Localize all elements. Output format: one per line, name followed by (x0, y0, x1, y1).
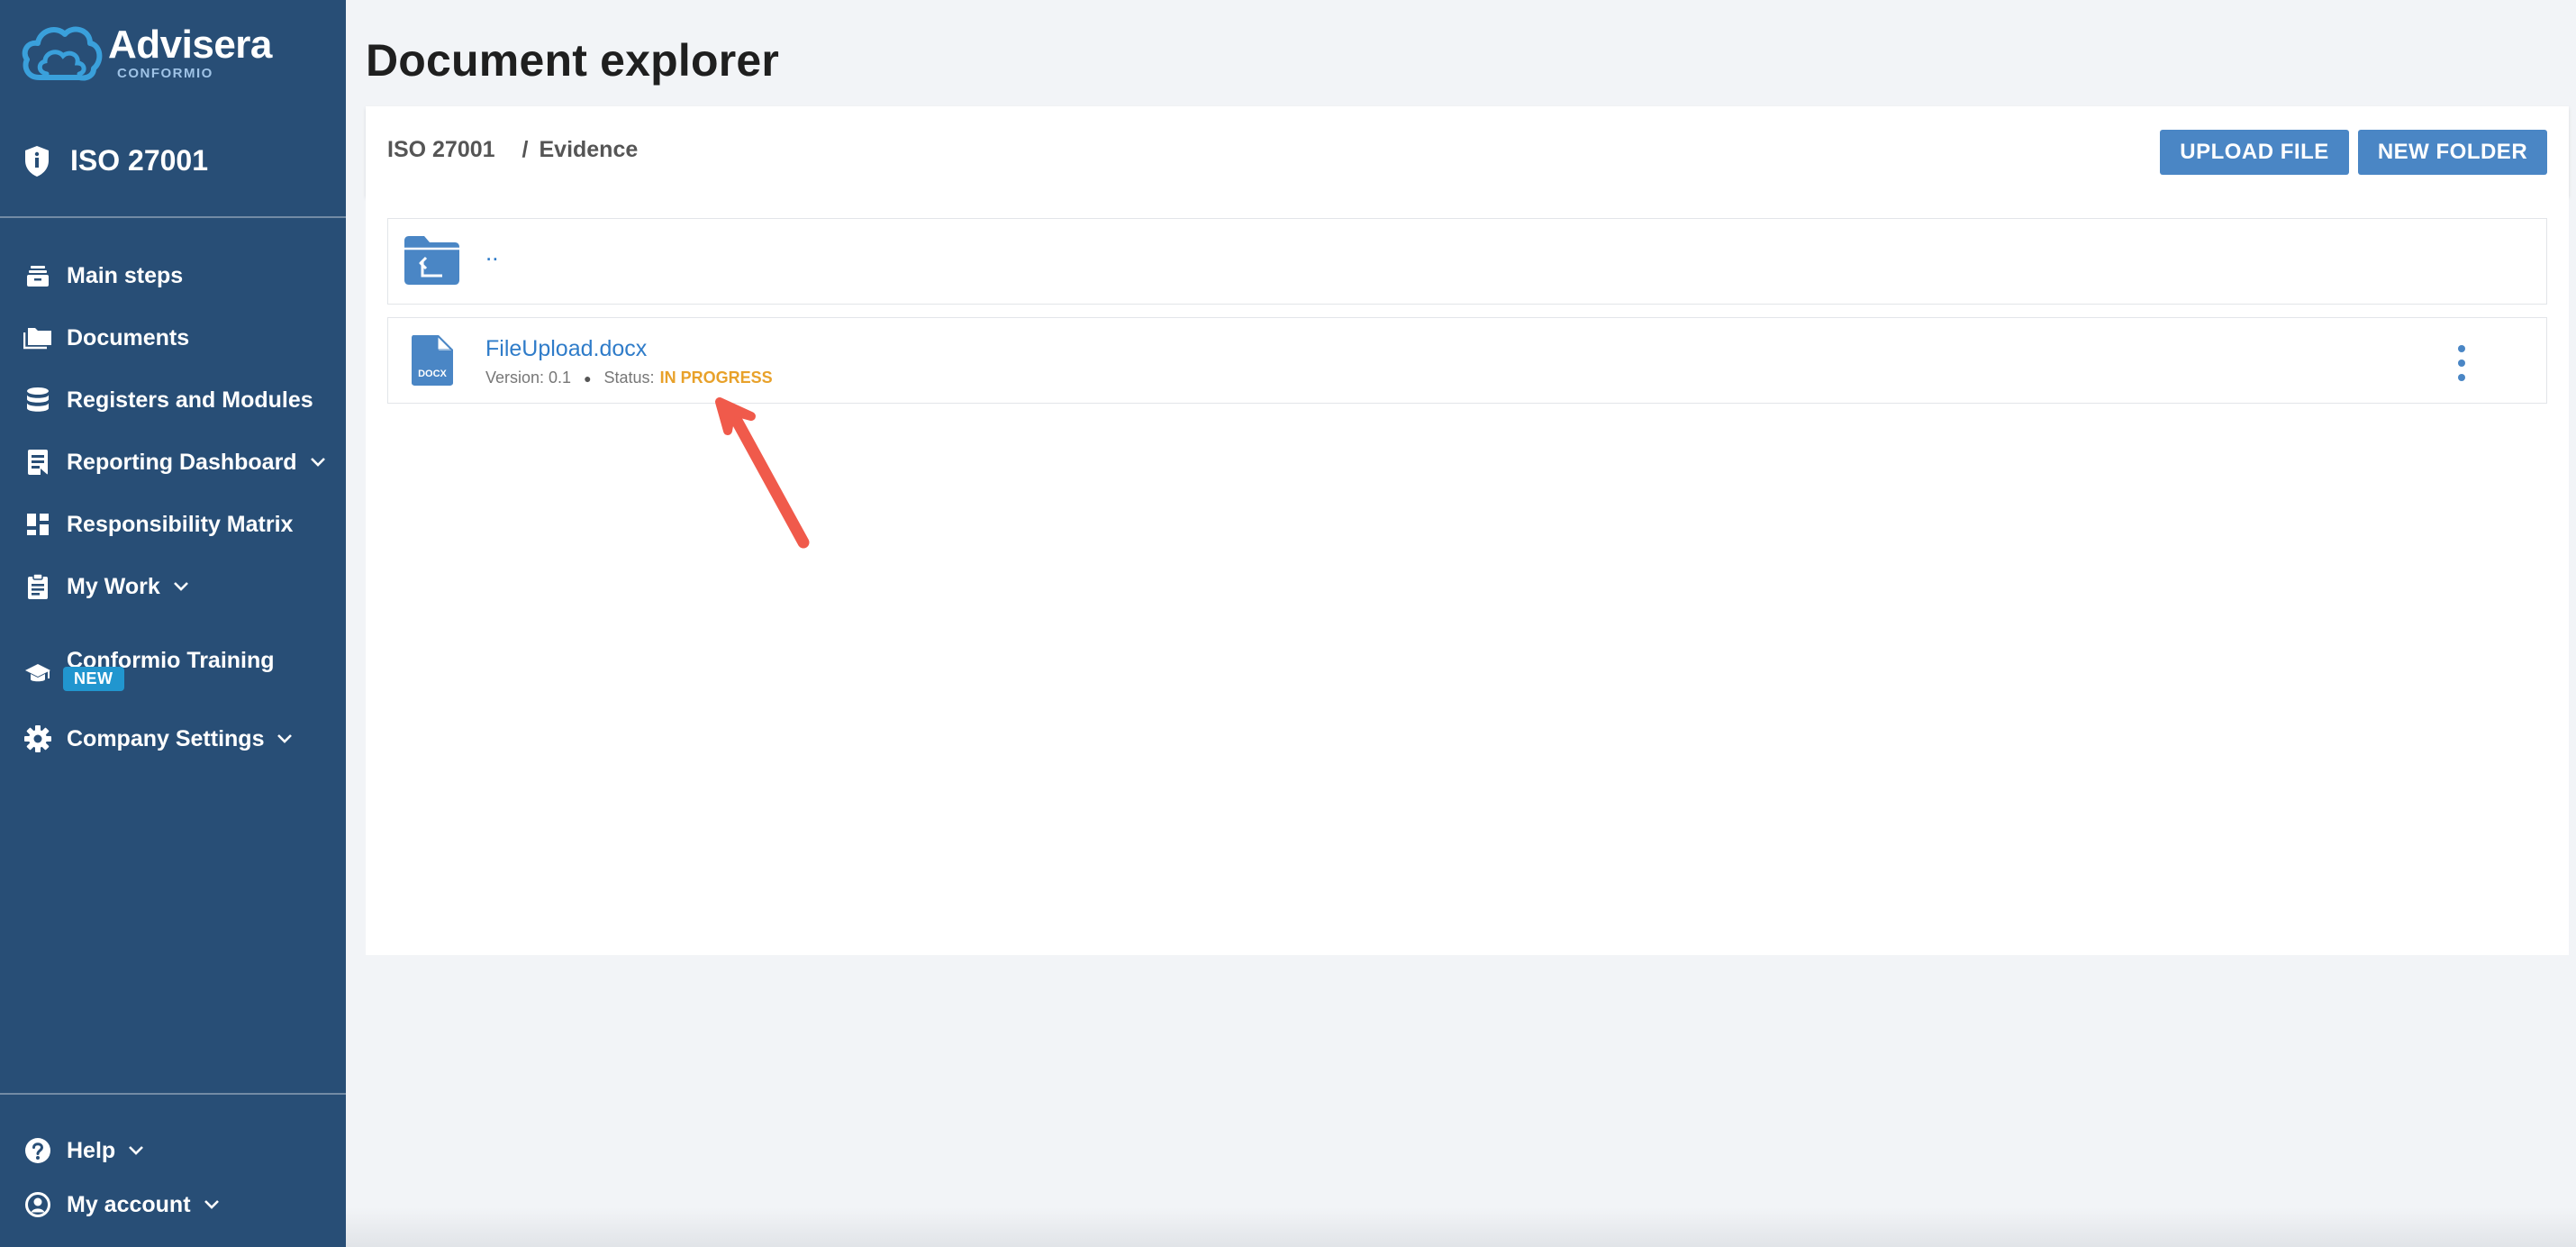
graduation-cap-icon (23, 659, 52, 687)
cloud-logo-icon (22, 26, 103, 81)
account-circle-icon (23, 1190, 52, 1219)
sidebar-divider-bottom (0, 1093, 346, 1095)
chevron-down-icon (173, 581, 189, 592)
sidebar-item-label: Registers and Modules (67, 387, 313, 413)
product-selector[interactable]: ISO 27001 (23, 144, 208, 177)
shield-icon (25, 145, 49, 177)
sidebar-item-main-steps[interactable]: Main steps (23, 261, 183, 290)
sidebar-item-my-account[interactable]: My account (23, 1190, 220, 1219)
file-name-link[interactable]: FileUpload.docx (485, 336, 647, 362)
sidebar-item-label: Reporting Dashboard (67, 449, 297, 475)
report-icon (23, 448, 52, 477)
sidebar-item-responsibility-matrix[interactable]: Responsibility Matrix (23, 510, 293, 539)
sidebar-item-label: My account (67, 1191, 191, 1217)
product-name: ISO 27001 (70, 144, 208, 177)
brand-subtitle: CONFORMIO (117, 66, 213, 81)
meta-separator: ● (584, 370, 592, 386)
bottom-fade (346, 1207, 2576, 1247)
file-row[interactable]: DOCX FileUpload.docx Version: 0.1 ● Stat… (387, 317, 2547, 404)
sidebar-item-documents[interactable]: Documents (23, 323, 189, 352)
stack-icon (23, 261, 52, 290)
file-list: .. DOCX FileUpload.docx Version: 0.1 ● S… (366, 196, 2569, 955)
status-badge: IN PROGRESS (659, 369, 773, 387)
file-type-label: DOCX (418, 369, 447, 379)
chevron-down-icon (204, 1199, 220, 1210)
docx-file-icon: DOCX (412, 335, 453, 386)
sidebar-divider-top (0, 216, 346, 218)
file-meta: Version: 0.1 ● Status: IN PROGRESS (485, 369, 773, 387)
chevron-down-icon (310, 457, 326, 468)
chevron-down-icon (277, 733, 293, 744)
more-options-icon[interactable] (2453, 345, 2471, 381)
parent-folder-link[interactable]: .. (485, 239, 498, 267)
sidebar-item-label: Help (67, 1137, 116, 1163)
file-status-label: Status: (603, 369, 655, 387)
sidebar-item-label: Documents (67, 324, 190, 350)
breadcrumb-current: Evidence (539, 137, 639, 162)
sidebar-item-label: My Work (67, 573, 160, 599)
sidebar-item-my-work[interactable]: My Work (23, 572, 189, 601)
help-circle-icon (23, 1136, 52, 1165)
folders-icon (23, 323, 52, 352)
sidebar-item-label: Company Settings (67, 725, 265, 751)
explorer-toolbar: ISO 27001 / Evidence UPLOAD FILE NEW FOL… (366, 106, 2569, 196)
sidebar: Advisera CONFORMIO ISO 27001 Main steps (0, 0, 346, 1247)
gear-icon (23, 724, 52, 753)
breadcrumb-root[interactable]: ISO 27001 (387, 137, 495, 163)
new-badge: NEW (63, 667, 124, 691)
sidebar-item-label: Main steps (67, 262, 184, 288)
parent-folder-row[interactable]: .. (387, 218, 2547, 305)
file-version: Version: 0.1 (485, 369, 572, 387)
database-icon (23, 386, 52, 414)
sidebar-item-conformio-training[interactable]: Conformio Training (23, 633, 275, 687)
upload-file-button[interactable]: UPLOAD FILE (2160, 130, 2349, 175)
sidebar-item-reporting-dashboard[interactable]: Reporting Dashboard (23, 448, 326, 477)
folder-up-icon (404, 236, 459, 285)
chevron-down-icon (128, 1145, 144, 1156)
brand-name: Advisera (108, 23, 272, 67)
breadcrumb-separator: / (522, 137, 529, 162)
brand-logo[interactable]: Advisera CONFORMIO (20, 22, 272, 86)
sidebar-item-label: Responsibility Matrix (67, 511, 294, 537)
page-title: Document explorer (366, 35, 780, 86)
sidebar-item-company-settings[interactable]: Company Settings (23, 724, 293, 753)
sidebar-item-help[interactable]: Help (23, 1136, 144, 1165)
dashboard-grid-icon (23, 510, 52, 539)
clipboard-icon (23, 572, 52, 601)
new-folder-button[interactable]: NEW FOLDER (2358, 130, 2547, 175)
sidebar-item-registers-and-modules[interactable]: Registers and Modules (23, 386, 313, 414)
breadcrumb: ISO 27001 / Evidence (387, 137, 638, 163)
